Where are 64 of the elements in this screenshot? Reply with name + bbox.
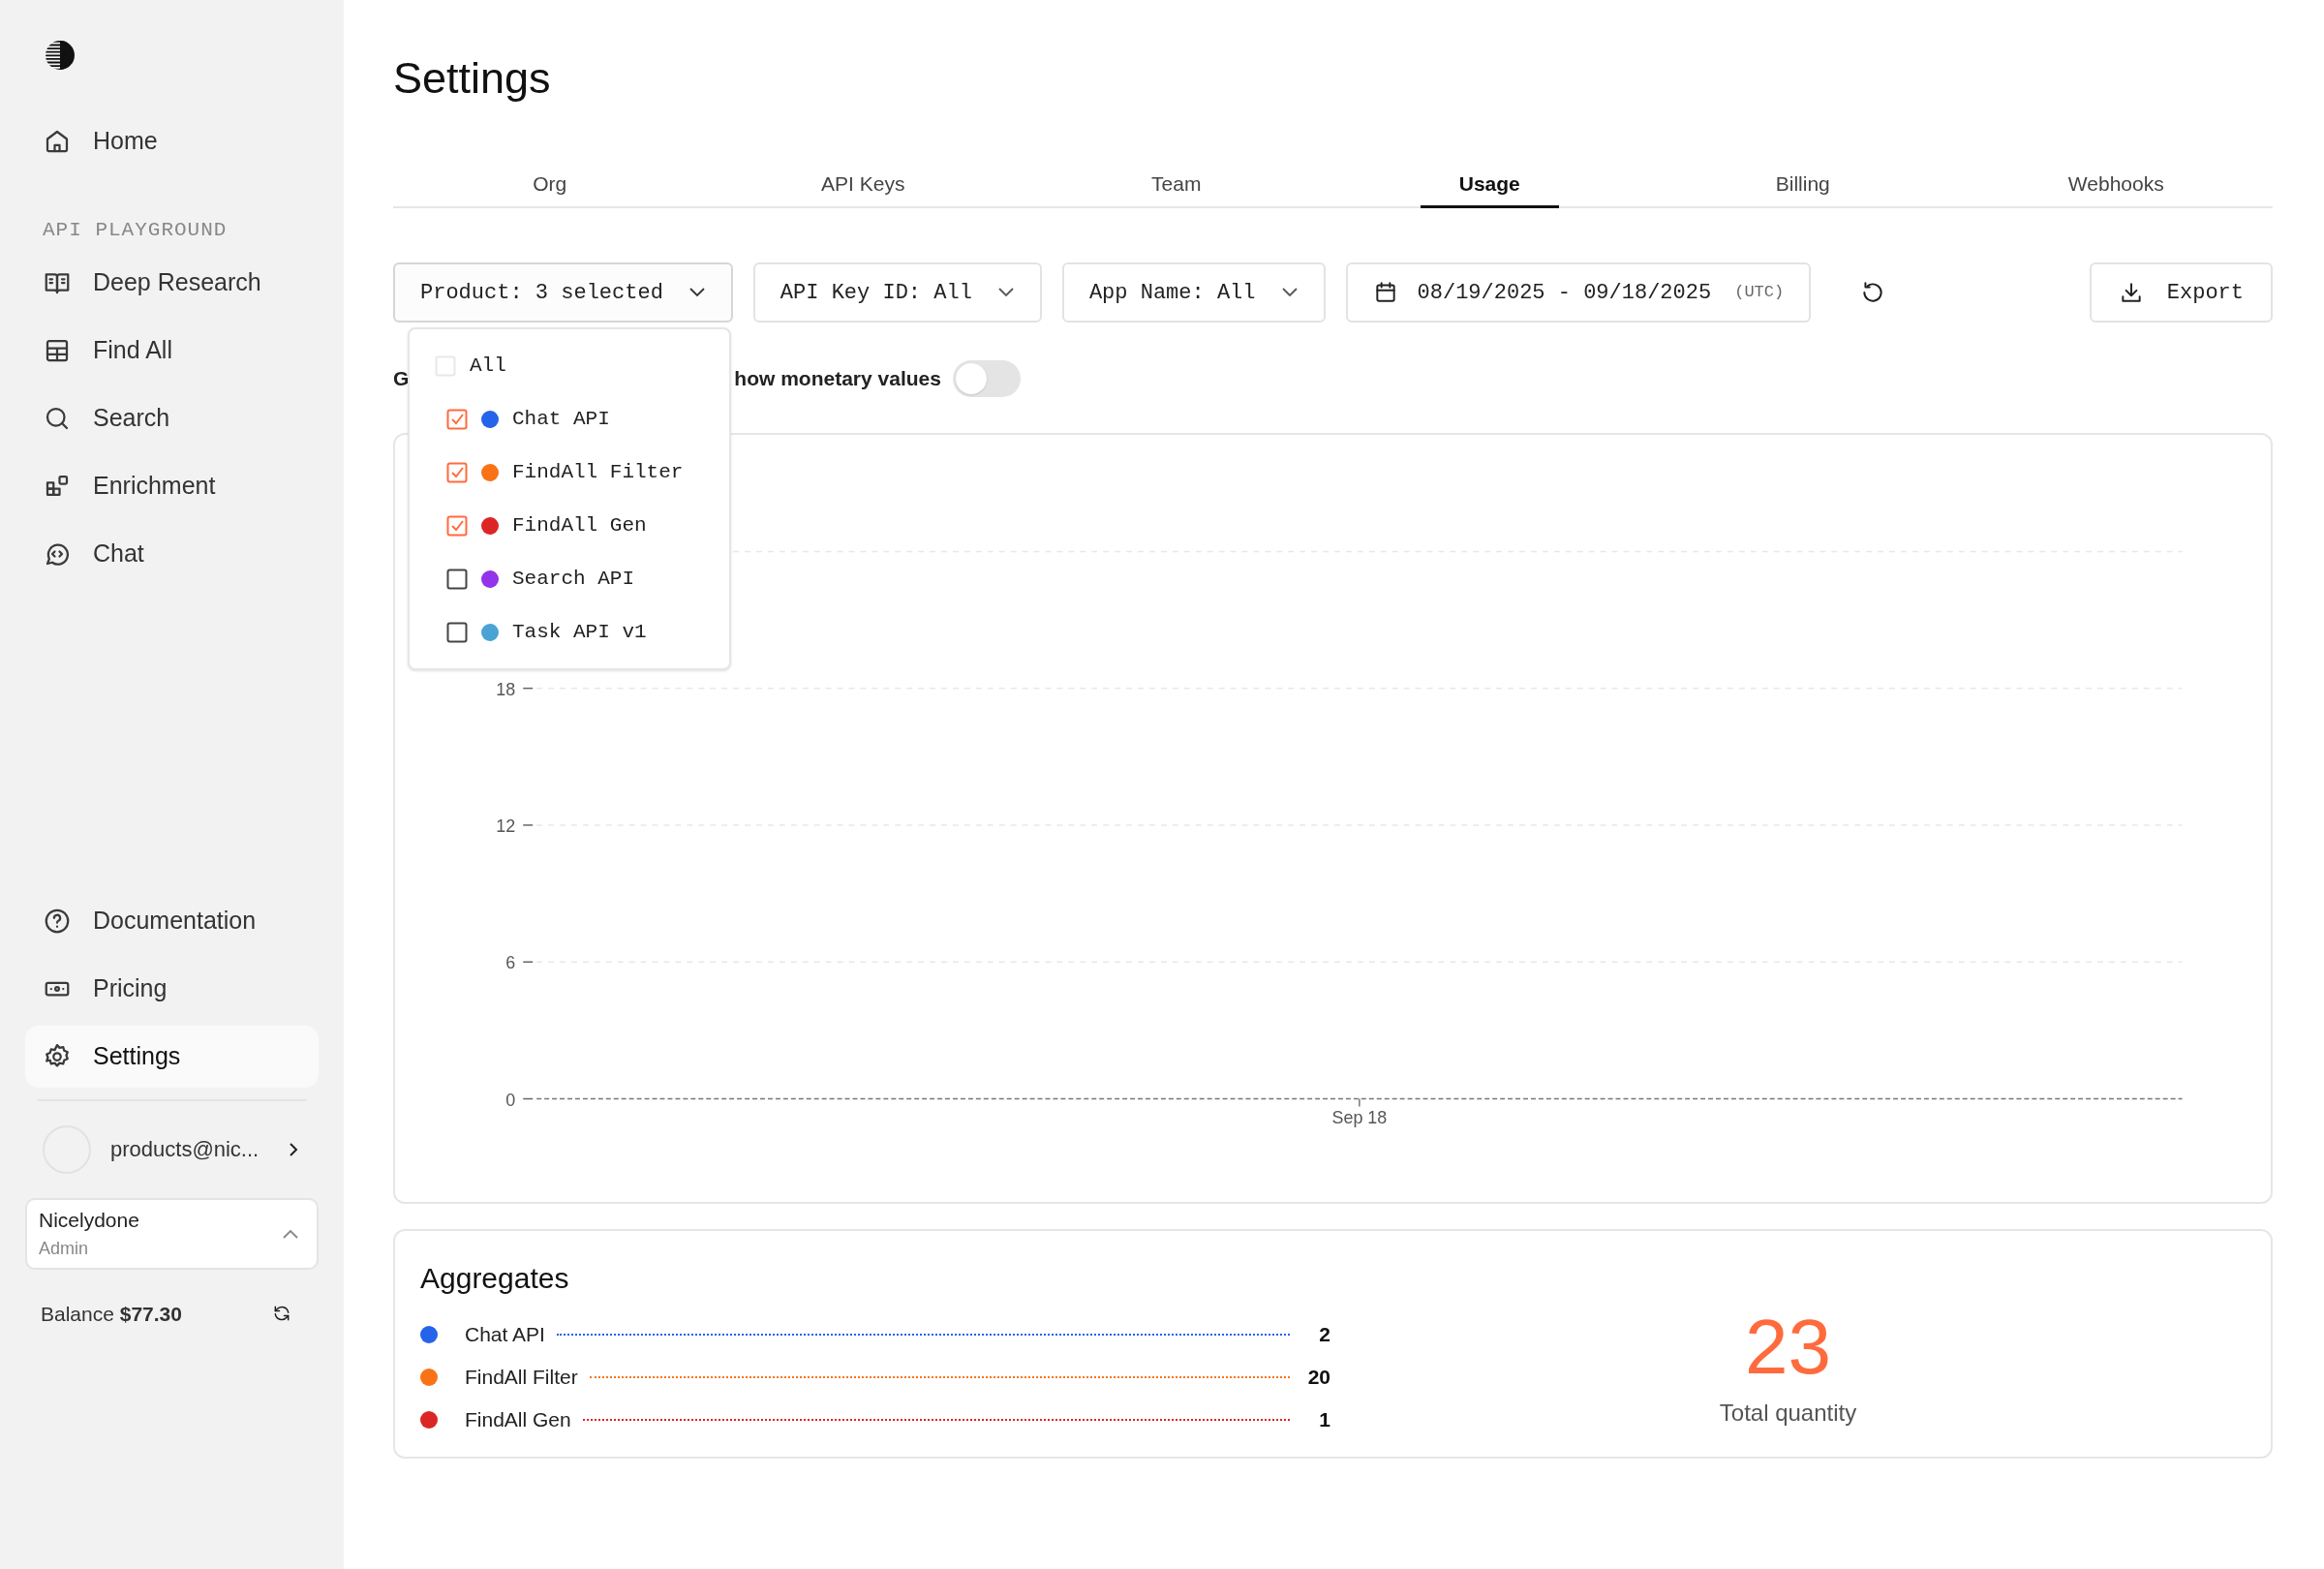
total-value: 23 (1745, 1308, 1831, 1386)
axis-label: 0 (505, 1090, 516, 1110)
menu-option[interactable]: Task API v1 (410, 605, 729, 659)
axis-label: 12 (496, 815, 516, 836)
date-range-picker[interactable]: 08/19/2025 - 09/18/2025 (UTC) (1345, 262, 1812, 323)
menu-option[interactable]: Chat API (410, 392, 729, 446)
page-title: Settings (393, 52, 552, 100)
tab[interactable]: Team (1113, 162, 1240, 208)
tick-mark (522, 961, 534, 963)
sidebar-item[interactable]: Find All (25, 319, 319, 382)
tick-mark (522, 1097, 534, 1100)
filter-dropdown[interactable]: App Name: All (1061, 262, 1326, 323)
export-button[interactable]: Export (2089, 262, 2273, 323)
tick-mark (522, 687, 534, 690)
sidebar-item[interactable]: Search (25, 386, 319, 449)
toggle-label: how monetary values (734, 366, 941, 392)
checkbox[interactable] (446, 621, 468, 643)
product-name: FindAll Filter (465, 1365, 578, 1391)
org-role: Admin (39, 1237, 90, 1260)
sidebar-item[interactable]: Settings (25, 1025, 319, 1088)
account-switcher[interactable]: products@nic... (25, 1122, 319, 1177)
chevron-up-icon (282, 1227, 299, 1240)
sidebar-item[interactable]: Deep Research (25, 251, 319, 314)
quantity-value: 20 (1306, 1365, 1330, 1391)
axis-label: 6 (505, 953, 516, 973)
menu-option[interactable]: All (410, 339, 729, 392)
tab[interactable]: Webhooks (2029, 162, 2203, 208)
menu-option[interactable]: FindAll Filter (410, 446, 729, 499)
org-selector[interactable]: Nicelydone Admin (25, 1197, 319, 1270)
org-name: Nicelydone (39, 1208, 139, 1234)
sidebar-item[interactable]: Chat (25, 522, 319, 585)
tab[interactable]: Org (494, 162, 606, 208)
product-name: Chat API (465, 1322, 545, 1348)
chevron-down-icon (1280, 287, 1299, 298)
section-heading: API PLAYGROUND (42, 218, 229, 243)
sidebar-item[interactable]: Documentation (25, 889, 319, 952)
chevron-down-icon (996, 287, 1015, 298)
quantity-value: 1 (1318, 1407, 1330, 1433)
axis-label: 18 (496, 679, 516, 699)
checkbox[interactable] (446, 514, 468, 537)
menu-option[interactable]: FindAll Gen (410, 499, 729, 552)
tick-mark (522, 824, 534, 826)
toggle-switch[interactable] (952, 360, 1021, 397)
product-name: FindAll Gen (465, 1407, 571, 1433)
sidebar-item[interactable]: Pricing (25, 957, 319, 1020)
filter-dropdown[interactable]: Product: 3 selected (393, 262, 733, 323)
quantity-value: 2 (1318, 1322, 1330, 1348)
chevron-down-icon (688, 287, 706, 298)
balance-text: Balance $77.30 (41, 1301, 182, 1327)
checkbox[interactable] (446, 408, 468, 430)
checkbox[interactable] (446, 568, 468, 590)
sidebar-item[interactable]: Enrichment (25, 454, 319, 517)
tab[interactable]: Usage (1420, 162, 1559, 208)
filter-dropdown[interactable]: API Key ID: All (752, 262, 1042, 323)
checkbox[interactable] (446, 461, 468, 483)
user-email: products@nic... (110, 1136, 260, 1163)
card-title: Aggregates (420, 1261, 570, 1296)
tab[interactable]: Billing (1736, 162, 1869, 208)
sidebar-item[interactable]: Home (25, 110, 319, 172)
menu-option[interactable]: Search API (410, 552, 729, 605)
axis-label: Sep 18 (1331, 1108, 1388, 1128)
tab[interactable]: API Keys (782, 162, 944, 208)
group-by-label: G (393, 366, 410, 392)
total-label: Total quantity (1719, 1399, 1857, 1428)
